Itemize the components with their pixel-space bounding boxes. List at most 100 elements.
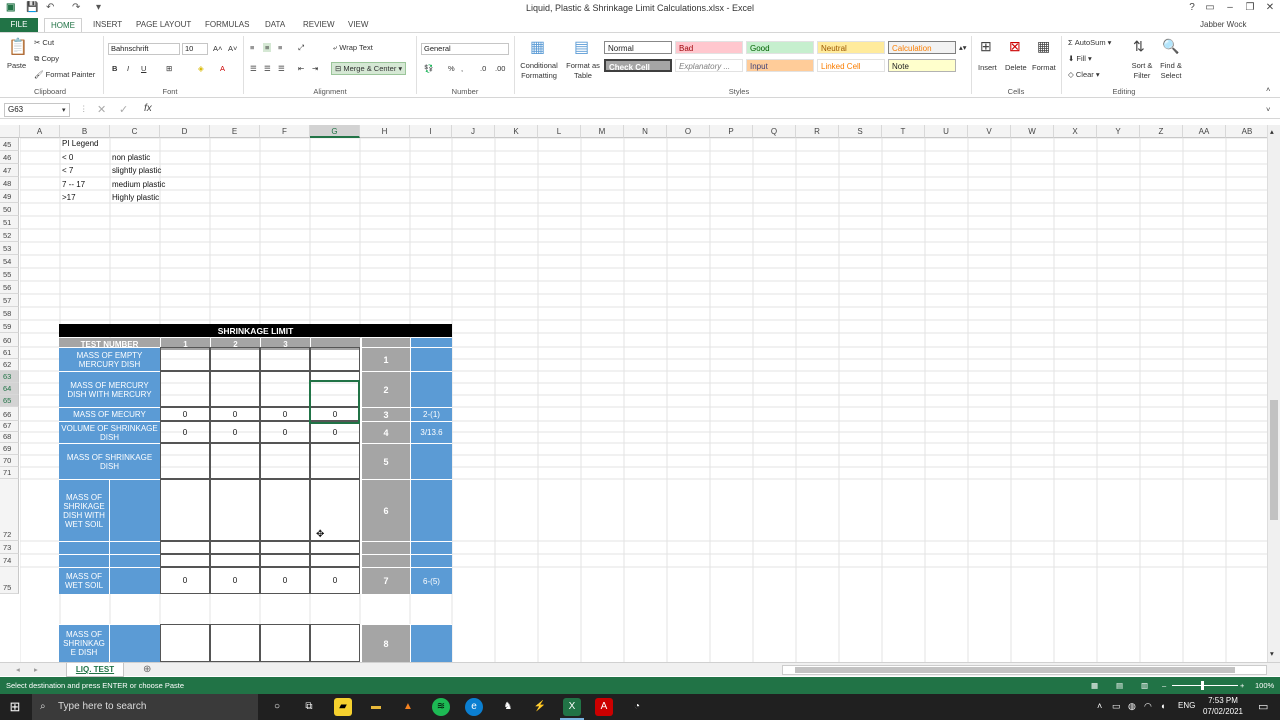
- tab-home[interactable]: HOME: [44, 18, 82, 33]
- column-header[interactable]: J: [452, 125, 495, 138]
- media-icon[interactable]: ⚡: [531, 698, 549, 716]
- row-header[interactable]: 52: [0, 229, 19, 242]
- page-break-view-icon[interactable]: ▥: [1141, 677, 1148, 694]
- row-header[interactable]: 58: [0, 307, 19, 320]
- delete-button[interactable]: Delete: [1005, 63, 1027, 72]
- column-header[interactable]: Z: [1140, 125, 1183, 138]
- sort-filter-icon[interactable]: ⇅: [1133, 38, 1145, 55]
- blank-row-cell[interactable]: [109, 554, 160, 567]
- blank-row-cell[interactable]: [210, 554, 260, 567]
- style-neutral[interactable]: Neutral: [817, 41, 885, 54]
- horizontal-scroll-thumb[interactable]: [795, 667, 1235, 673]
- volume-icon[interactable]: ◖: [1160, 701, 1165, 711]
- clock-time[interactable]: 7:53 PM: [1203, 696, 1243, 705]
- row-header[interactable]: 57: [0, 294, 19, 307]
- pi-legend-range[interactable]: < 0: [62, 153, 73, 162]
- row-header[interactable]: 71: [0, 467, 19, 479]
- column-header[interactable]: AB: [1226, 125, 1267, 138]
- value-cell[interactable]: [160, 479, 210, 541]
- column-header[interactable]: H: [360, 125, 410, 138]
- value-cell[interactable]: [260, 443, 310, 479]
- decrease-indent-icon[interactable]: ⇤: [298, 64, 304, 73]
- taskbar-search[interactable]: ⌕ Type here to search: [32, 694, 258, 720]
- value-cell[interactable]: [310, 347, 360, 371]
- select-all-corner[interactable]: [0, 125, 20, 138]
- vertical-scroll-thumb[interactable]: [1270, 400, 1278, 520]
- zoom-slider-thumb[interactable]: [1201, 681, 1204, 690]
- row-header[interactable]: 74: [0, 554, 19, 567]
- step-number[interactable]: 3: [360, 407, 410, 421]
- horizontal-scrollbar[interactable]: [782, 665, 1267, 675]
- name-box[interactable]: G63: [4, 103, 70, 117]
- style-input[interactable]: Input: [746, 59, 814, 72]
- row-header[interactable]: 63: [0, 371, 19, 383]
- align-right-icon[interactable]: ☰: [278, 64, 285, 73]
- column-header[interactable]: D: [160, 125, 210, 138]
- expand-formula-bar-icon[interactable]: ˅: [1266, 105, 1270, 114]
- align-middle-icon[interactable]: ≡: [263, 43, 272, 52]
- row-label[interactable]: VOLUME OF SHRINKAGE DISH: [59, 421, 160, 443]
- blank-row-cell[interactable]: [210, 541, 260, 554]
- blank-row-cell[interactable]: [410, 541, 452, 554]
- column-header[interactable]: A: [20, 125, 60, 138]
- value-cell[interactable]: [210, 347, 260, 371]
- row-header[interactable]: 69: [0, 443, 19, 455]
- column-header[interactable]: Q: [753, 125, 796, 138]
- insert-cells-icon[interactable]: ⊞: [980, 38, 992, 55]
- value-cell[interactable]: [160, 347, 210, 371]
- row-label[interactable]: MASS OF WET SOIL: [59, 567, 109, 594]
- name-box-dropdown-icon[interactable]: ▾: [62, 106, 66, 114]
- format-cells-icon[interactable]: ▦: [1037, 38, 1050, 55]
- row-header[interactable]: 61: [0, 347, 19, 359]
- vertical-scrollbar[interactable]: ▴ ▾: [1267, 125, 1280, 662]
- active-cell-marquee[interactable]: [309, 380, 360, 424]
- row-label-filler[interactable]: [109, 624, 160, 662]
- bold-button[interactable]: B: [112, 64, 117, 73]
- value-cell[interactable]: [260, 624, 310, 662]
- row-header[interactable]: 59: [0, 320, 19, 333]
- row-header[interactable]: 45: [0, 138, 19, 151]
- vlc-icon[interactable]: ▲: [399, 698, 417, 716]
- insert-button[interactable]: Insert: [978, 63, 997, 72]
- collapse-ribbon-icon[interactable]: ˄: [1266, 85, 1270, 94]
- format-as-table-icon[interactable]: ▤: [574, 37, 589, 57]
- prev-sheet-icon[interactable]: ◂: [16, 665, 20, 674]
- delete-cells-icon[interactable]: ⊠: [1009, 38, 1021, 55]
- value-cell[interactable]: 0: [160, 407, 210, 421]
- clear-button[interactable]: ◇ Clear ▾: [1068, 70, 1100, 79]
- app-icon[interactable]: ♞: [499, 698, 517, 716]
- row-header[interactable]: 67: [0, 421, 19, 432]
- pi-legend-title[interactable]: PI Legend: [62, 139, 98, 148]
- windows-start-icon[interactable]: ⊞: [6, 698, 24, 716]
- column-header[interactable]: X: [1054, 125, 1097, 138]
- row-label[interactable]: MASS OF MECURY: [59, 407, 160, 421]
- italic-button[interactable]: I: [127, 64, 129, 73]
- value-cell[interactable]: [160, 624, 210, 662]
- blank-row-cell[interactable]: [160, 554, 210, 567]
- font-size-select[interactable]: 10: [182, 43, 208, 55]
- formula-note[interactable]: 2-(1): [410, 407, 452, 421]
- value-cell[interactable]: [160, 443, 210, 479]
- value-cell[interactable]: 0: [310, 421, 360, 443]
- row-label-filler[interactable]: [109, 479, 160, 541]
- column-header[interactable]: L: [538, 125, 581, 138]
- edge-icon[interactable]: e: [465, 698, 483, 716]
- battery-icon[interactable]: ▭: [1112, 701, 1121, 712]
- step-number[interactable]: 2: [360, 371, 410, 407]
- tray-overflow-icon[interactable]: ˄: [1097, 701, 1102, 711]
- formula-note[interactable]: [410, 443, 452, 479]
- font-color-icon[interactable]: A: [220, 64, 225, 73]
- value-cell[interactable]: 0: [260, 567, 310, 594]
- value-cell[interactable]: 0: [210, 407, 260, 421]
- formula-note[interactable]: [410, 479, 452, 541]
- column-header[interactable]: W: [1011, 125, 1054, 138]
- confirm-entry-icon[interactable]: ✓: [119, 103, 128, 116]
- zoom-out-icon[interactable]: –: [1162, 677, 1166, 694]
- blank-row-cell[interactable]: [310, 541, 360, 554]
- accounting-icon[interactable]: 💱: [424, 64, 433, 73]
- tab-page-layout[interactable]: PAGE LAYOUT: [136, 20, 191, 29]
- value-cell[interactable]: [310, 443, 360, 479]
- format-painter-button[interactable]: 🖌 Format Painter: [34, 70, 95, 79]
- style-note[interactable]: Note: [888, 59, 956, 72]
- number-format-select[interactable]: General: [421, 43, 509, 55]
